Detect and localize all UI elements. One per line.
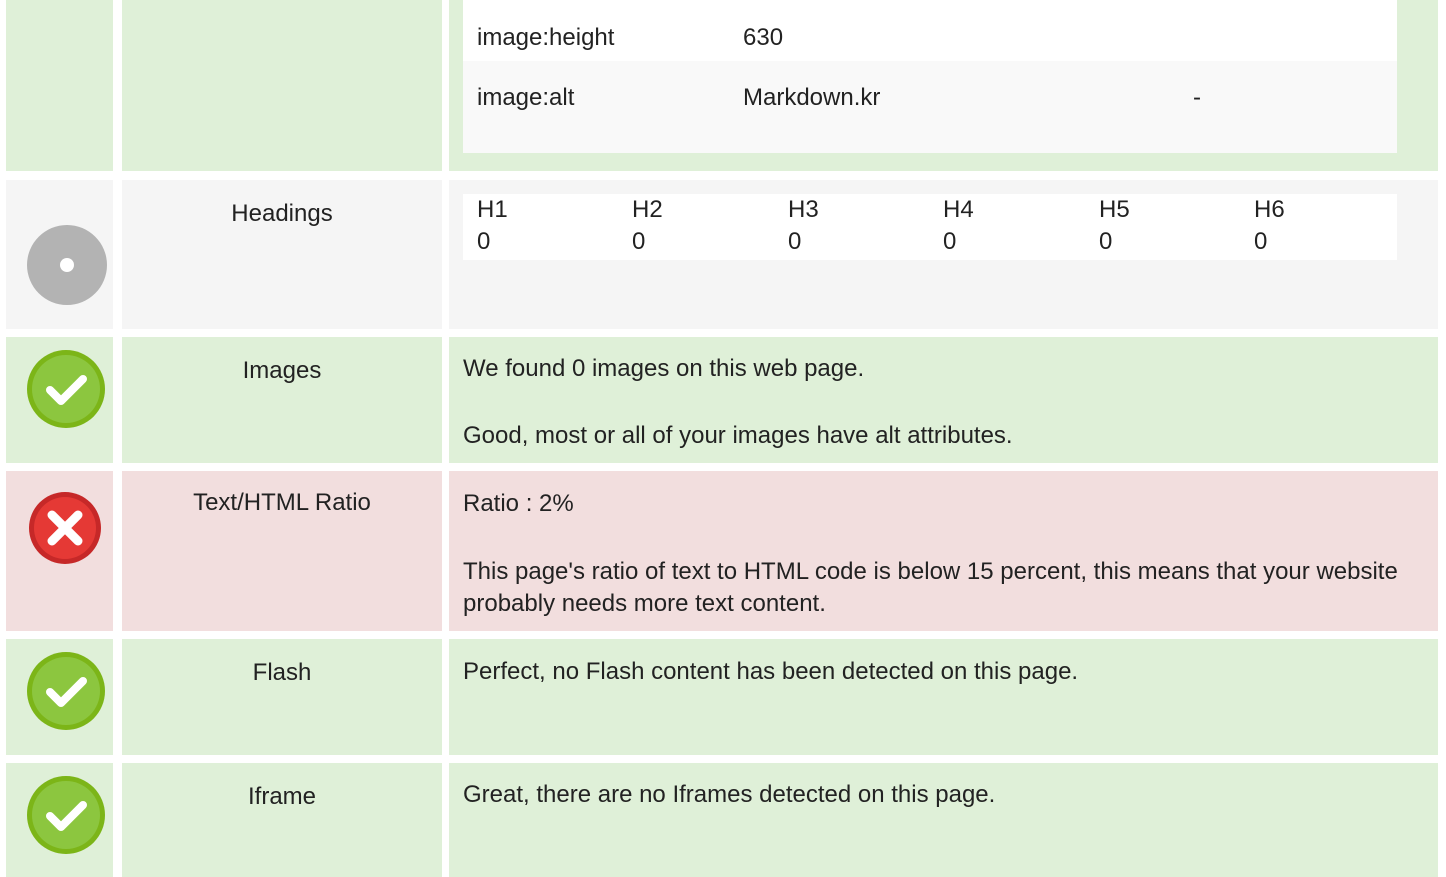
headings-row: Headings H1 0 H2 0 H3 0 H4 0 H5 0 H6 0	[0, 180, 1446, 329]
meta-table: image:height 630 image:alt Markdown.kr -	[463, 0, 1397, 153]
og-meta-body-cell: image:height 630 image:alt Markdown.kr -	[449, 0, 1438, 171]
meta-row-height: image:height 630	[463, 0, 1397, 61]
heading-level: H6	[1254, 196, 1285, 223]
iframe-icon-cell	[6, 763, 113, 877]
heading-count: 0	[943, 228, 957, 255]
iframe-label-cell: Iframe	[122, 763, 442, 877]
iframe-summary: Great, there are no Iframes detected on …	[463, 781, 996, 808]
images-body-cell: We found 0 images on this web page. Good…	[449, 337, 1438, 463]
flash-summary: Perfect, no Flash content has been detec…	[463, 658, 1079, 685]
images-row: Images We found 0 images on this web pag…	[0, 337, 1446, 463]
flash-label: Flash	[252, 659, 312, 686]
meta-key: image:height	[477, 24, 615, 51]
iframe-body-cell: Great, there are no Iframes detected on …	[449, 763, 1438, 877]
heading-level: H3	[788, 196, 819, 223]
og-meta-row: image:height 630 image:alt Markdown.kr -	[0, 0, 1446, 171]
ratio-body-cell: Ratio : 2% This page's ratio of text to …	[449, 471, 1438, 631]
og-meta-label-cell	[122, 0, 442, 171]
heading-col-h5: H5 0	[1099, 194, 1249, 258]
heading-count: 0	[1099, 228, 1113, 255]
heading-col-h6: H6 0	[1254, 194, 1404, 258]
ratio-label-cell: Text/HTML Ratio	[122, 471, 442, 631]
heading-count: 0	[788, 228, 802, 255]
heading-level: H2	[632, 196, 663, 223]
headings-label: Headings	[231, 200, 333, 227]
heading-level: H1	[477, 196, 508, 223]
heading-col-h3: H3 0	[788, 194, 938, 258]
heading-count: 0	[477, 228, 491, 255]
images-icon-cell	[6, 337, 113, 463]
flash-row: Flash Perfect, no Flash content has been…	[0, 639, 1446, 755]
ratio-value: Ratio : 2%	[463, 490, 574, 517]
headings-label-cell: Headings	[122, 180, 442, 329]
check-circle-icon	[26, 775, 105, 854]
flash-label-cell: Flash	[122, 639, 442, 755]
images-advice: Good, most or all of your images have al…	[463, 422, 1013, 449]
check-circle-icon	[26, 349, 105, 428]
meta-value: Markdown.kr	[743, 84, 881, 111]
flash-icon-cell	[6, 639, 113, 755]
ratio-icon-cell	[6, 471, 113, 631]
heading-level: H4	[943, 196, 974, 223]
images-summary: We found 0 images on this web page.	[463, 355, 865, 382]
heading-col-h2: H2 0	[632, 194, 782, 258]
ratio-label: Text/HTML Ratio	[193, 489, 371, 516]
heading-col-h1: H1 0	[477, 194, 627, 258]
heading-col-h4: H4 0	[943, 194, 1093, 258]
headings-body-cell: H1 0 H2 0 H3 0 H4 0 H5 0 H6 0	[449, 180, 1438, 329]
dot-circle-icon	[26, 224, 107, 305]
flash-body-cell: Perfect, no Flash content has been detec…	[449, 639, 1438, 755]
heading-level: H5	[1099, 196, 1130, 223]
headings-icon-cell	[6, 180, 113, 329]
heading-count: 0	[1254, 228, 1268, 255]
headings-table: H1 0 H2 0 H3 0 H4 0 H5 0 H6 0	[463, 194, 1397, 260]
og-meta-icon-cell	[6, 0, 113, 171]
meta-value: 630	[743, 24, 784, 51]
images-label: Images	[242, 357, 322, 384]
iframe-label: Iframe	[247, 783, 316, 810]
meta-key: image:alt	[477, 84, 575, 111]
check-circle-icon	[26, 651, 105, 730]
ratio-advice: This page's ratio of text to HTML code i…	[463, 558, 1398, 617]
meta-extra: -	[1193, 84, 1201, 111]
ratio-row: Text/HTML Ratio Ratio : 2% This page's r…	[0, 471, 1446, 631]
heading-count: 0	[632, 228, 646, 255]
iframe-row: Iframe Great, there are no Iframes detec…	[0, 763, 1446, 877]
images-label-cell: Images	[122, 337, 442, 463]
x-circle-icon	[28, 491, 102, 565]
